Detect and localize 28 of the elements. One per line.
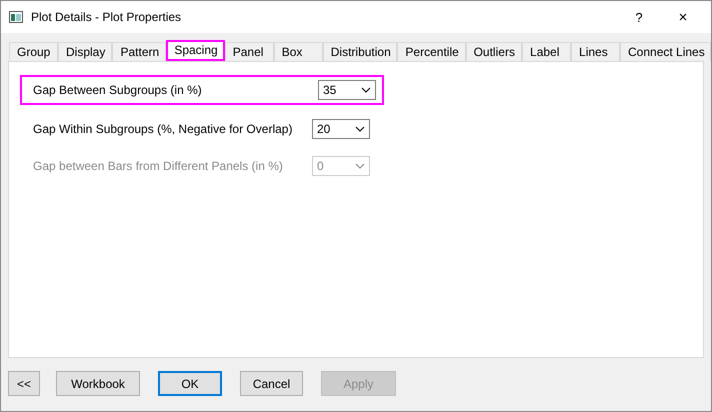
close-button[interactable]: × — [665, 8, 701, 26]
tab[interactable]: Outliers — [466, 42, 522, 61]
field-label: Gap Between Subgroups (in %) — [33, 83, 203, 97]
dialog-button[interactable]: << — [8, 371, 40, 396]
tab[interactable]: Connect Lines — [620, 42, 712, 61]
chevron-icon — [355, 163, 365, 169]
chevron-icon — [361, 87, 371, 93]
field-label: Gap between Bars from Different Panels (in %) — [33, 159, 284, 173]
dropdown[interactable]: 20 — [312, 119, 370, 139]
chevron-icon — [355, 126, 365, 132]
tab[interactable]: Distribution — [322, 42, 398, 61]
help-button[interactable]: ? — [621, 10, 657, 24]
dropdown[interactable]: 35 — [318, 80, 376, 100]
tab[interactable]: Group — [9, 42, 58, 61]
tab[interactable]: Lines — [571, 42, 620, 61]
tab[interactable]: Label — [522, 42, 572, 61]
window-title: Plot Details - Plot Properties — [31, 10, 182, 24]
tab[interactable]: Box — [274, 42, 323, 61]
tab[interactable]: Percentile — [397, 42, 466, 61]
dialog-button[interactable]: Cancel — [240, 371, 304, 396]
dialog-button[interactable]: OK — [158, 371, 222, 396]
window-icon — [9, 11, 23, 23]
tab[interactable]: Panel — [224, 42, 274, 61]
tab[interactable]: Pattern — [112, 42, 166, 61]
field-label: Gap Within Subgroups (%, Negative for Overlap) — [33, 122, 294, 136]
dialog-button[interactable]: Workbook — [56, 371, 140, 396]
tab[interactable]: Display — [58, 42, 112, 61]
tab[interactable]: Spacing — [166, 40, 225, 61]
